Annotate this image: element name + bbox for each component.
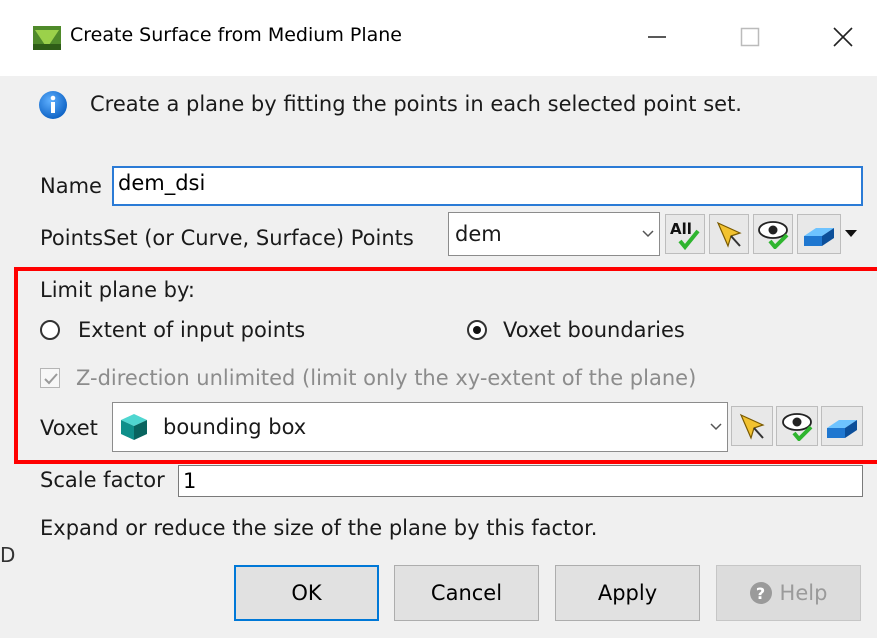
scale-field[interactable]: 1 [178, 465, 863, 497]
radio-extent-label: Extent of input points [78, 318, 306, 342]
eye-icon [782, 413, 813, 441]
name-field[interactable]: dem_dsi [112, 166, 863, 206]
select-all-icon: All [670, 220, 700, 251]
ok-button[interactable]: OK [234, 565, 379, 621]
object-3d-icon [827, 420, 857, 438]
select-all-button[interactable]: All [665, 214, 705, 254]
select-all-text: All [670, 220, 692, 238]
radio-extent-input-points[interactable] [40, 320, 60, 340]
z-direction-checkbox[interactable] [40, 368, 60, 388]
voxet-object-button[interactable] [821, 406, 863, 446]
pick-voxet-button[interactable] [731, 406, 773, 446]
view-voxet-button[interactable] [776, 406, 818, 446]
voxet-selected-value: bounding box [163, 415, 307, 439]
checkmark-icon [44, 373, 58, 385]
chevron-down-icon [710, 423, 722, 431]
info-message: Create a plane by fitting the points in … [90, 92, 742, 116]
name-label: Name [40, 174, 102, 198]
radio-voxet-boundaries[interactable] [467, 320, 487, 340]
radio-voxet-label: Voxet boundaries [503, 318, 685, 342]
info-icon [39, 91, 67, 119]
view-points-button[interactable] [753, 214, 793, 254]
gocad-app-icon [33, 26, 61, 50]
pick-points-button[interactable] [709, 214, 749, 254]
voxet-label: Voxet [40, 416, 98, 440]
z-direction-label: Z-direction unlimited (limit only the xy… [76, 366, 697, 390]
points-selected-value: dem [455, 222, 502, 246]
window-title: Create Surface from Medium Plane [70, 24, 402, 46]
scale-hint: Expand or reduce the size of the plane b… [40, 516, 598, 540]
close-icon [833, 27, 853, 47]
object-3d-icon [804, 228, 834, 246]
minimize-icon [648, 36, 666, 38]
help-button[interactable]: ? Help [716, 565, 861, 621]
object-menu-button[interactable] [797, 214, 841, 254]
limit-label: Limit plane by: [40, 278, 195, 302]
help-icon: ? [749, 582, 772, 604]
apply-button[interactable]: Apply [555, 565, 700, 621]
maximize-button[interactable] [727, 14, 773, 60]
points-label: PointsSet (or Curve, Surface) Points [40, 226, 414, 250]
caret-down-icon[interactable] [842, 224, 860, 242]
minimize-button[interactable] [634, 14, 680, 60]
eye-icon [758, 221, 789, 249]
pick-arrow-icon [739, 413, 765, 440]
maximize-icon [740, 27, 760, 47]
voxet-cube-icon [121, 414, 147, 440]
points-select[interactable]: dem [448, 212, 660, 256]
scale-label: Scale factor [40, 468, 165, 492]
close-button[interactable] [820, 14, 866, 60]
chevron-down-icon [642, 230, 654, 238]
cancel-button[interactable]: Cancel [394, 565, 539, 621]
help-label: Help [779, 581, 828, 605]
pick-arrow-icon [716, 221, 742, 248]
title-bar: Create Surface from Medium Plane [0, 0, 877, 76]
edge-letter: D [0, 543, 16, 567]
voxet-select[interactable]: bounding box [112, 402, 728, 452]
